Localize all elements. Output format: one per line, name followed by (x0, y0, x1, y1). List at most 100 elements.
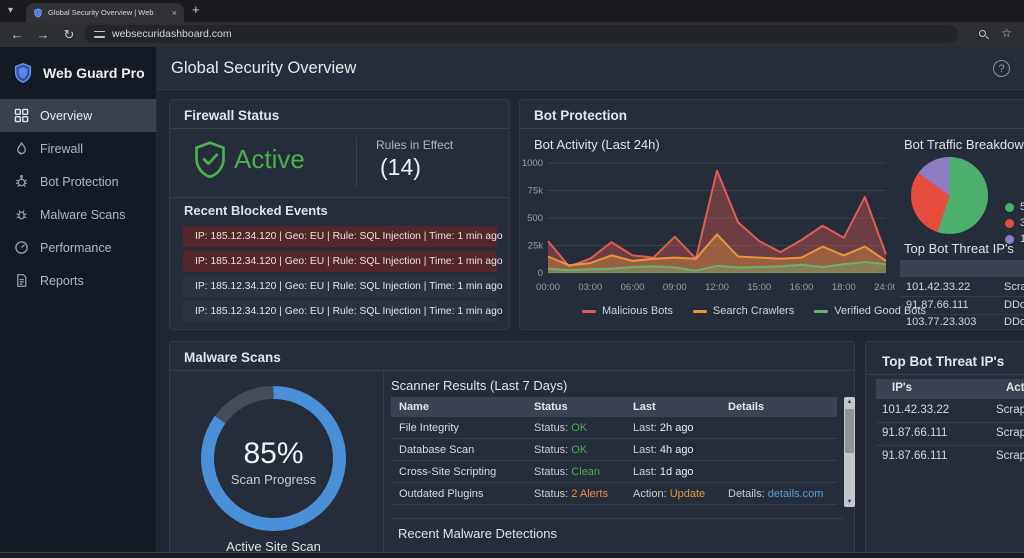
sidebar-item-label: Performance (40, 240, 112, 255)
shield-check-icon (195, 141, 225, 179)
legend-item: Malicious Bots (582, 305, 673, 317)
bookmark-star-icon[interactable]: ☆ (1001, 26, 1012, 40)
table-cell: 101.42.33.22 (906, 281, 971, 293)
table-cell: File Integrity (399, 421, 459, 434)
legend-dash (814, 309, 829, 313)
sidebar: Web Guard Pro Overview Firewall Bot Prot… (0, 47, 157, 558)
sidebar-item-label: Firewall (40, 141, 84, 156)
details-link[interactable]: details.com (768, 488, 824, 500)
tab-search-chevron-icon[interactable]: ▾ (8, 4, 13, 18)
divider (900, 296, 1024, 297)
scrollbar-down-icon[interactable]: ▼ (844, 499, 855, 505)
reload-icon[interactable]: ↻ (56, 27, 82, 43)
table-cell: 91.87.66.111 (882, 450, 948, 462)
divider (170, 370, 854, 371)
blocked-event-row: IP: 185.12.34.120 | Geo: EU | Rule: SQL … (183, 251, 503, 272)
divider (391, 518, 844, 519)
table-cell: 91.87.66.111 (882, 427, 948, 439)
address-bar[interactable]: websecuridashboard.com (84, 25, 958, 43)
site-settings-icon[interactable] (94, 30, 105, 39)
cell-value: Clean (571, 465, 601, 478)
divider (170, 197, 509, 198)
legend-label: 55 (1020, 201, 1024, 213)
tab-close-icon[interactable]: × (172, 8, 177, 18)
cell-prefix: Action: (633, 487, 670, 500)
table-cell: Scraping (996, 427, 1024, 439)
sidebar-item-overview[interactable]: Overview (0, 99, 156, 132)
blocked-events-title: Recent Blocked Events (184, 203, 328, 218)
sidebar-item-bot-protection[interactable]: Bot Protection (0, 165, 156, 198)
divider (876, 422, 1024, 423)
gauge-icon (15, 241, 28, 254)
cell-value: 1d ago (659, 465, 694, 478)
browser-tab-bar: ▾ Global Security Overview | Web × + (0, 0, 1024, 22)
sidebar-item-firewall[interactable]: Firewall (0, 132, 156, 165)
table-cell: Scraping (996, 404, 1024, 416)
zoom-icon[interactable] (979, 30, 986, 37)
cell-value: 2 Alerts (571, 487, 608, 500)
browser-toolbar: ← → ↻ websecuridashboard.com ☆ (0, 22, 1024, 47)
divider (876, 445, 1024, 446)
table-header-row: Name Status Last Details (391, 397, 837, 417)
legend-label: 30 (1020, 217, 1024, 229)
flame-icon (17, 142, 26, 155)
sidebar-item-malware-scans[interactable]: Malware Scans (0, 198, 156, 231)
cell-value: Update (669, 487, 706, 500)
new-tab-button[interactable]: + (192, 2, 200, 17)
svg-text:16:00: 16:00 (790, 282, 814, 293)
bot-traffic-pie-chart (911, 157, 988, 234)
table-cell: 103.77.23.303 (906, 316, 977, 328)
tab-title: Global Security Overview | Web (48, 8, 154, 17)
favicon-shield-icon (34, 7, 42, 17)
card-title: Top Bot Threat IP's (882, 354, 1005, 369)
brand-name: Web Guard Pro (43, 65, 145, 81)
malware-scans-card: Malware Scans 85% Scan Progress Active S… (169, 341, 855, 558)
cell-value: OK (571, 421, 588, 434)
sidebar-item-reports[interactable]: Reports (0, 264, 156, 297)
blocked-event-text: IP: 185.12.34.120 | Geo: EU | Rule: SQL … (195, 231, 503, 242)
legend-dot (1005, 218, 1014, 228)
sidebar-item-performance[interactable]: Performance (0, 231, 156, 264)
cell-prefix: Status: (534, 487, 572, 500)
blocked-event-text: IP: 185.12.34.120 | Geo: EU | Rule: SQL … (195, 256, 503, 267)
bot-protection-card: Bot Protection Bot Activity (Last 24h) 0… (519, 99, 1024, 330)
sidebar-item-label: Malware Scans (40, 207, 126, 222)
sidebar-item-label: Overview (40, 108, 93, 123)
scanner-results-title: Scanner Results (Last 7 Days) (391, 378, 568, 393)
blocked-event-text: IP: 185.12.34.120 | Geo: EU | Rule: SQL … (195, 306, 503, 317)
cell-value: 2h ago (659, 421, 694, 434)
scrollbar-up-icon[interactable]: ▲ (844, 399, 855, 405)
table-cell: 91.87.66.111 (906, 299, 969, 311)
table-cell: Cross-Site Scripting (399, 465, 497, 478)
browser-tab[interactable]: Global Security Overview | Web × (26, 3, 184, 22)
column-header: Last (633, 401, 656, 413)
scrollbar-thumb[interactable] (845, 409, 854, 453)
column-header: Details (728, 401, 765, 413)
firewall-status-card: Firewall Status Active Rules in Effect (… (169, 99, 510, 330)
scan-progress-label: Scan Progress (230, 472, 317, 487)
svg-text:03:00: 03:00 (578, 282, 602, 293)
page-title: Global Security Overview (171, 59, 357, 77)
table-row: Cross-Site Scripting Status: Clean Last:… (391, 461, 837, 483)
column-header: Name (399, 401, 429, 413)
svg-text:06:00: 06:00 (621, 282, 645, 293)
table-cell: 101.42.33.22 (882, 404, 950, 416)
forward-icon[interactable]: → (30, 27, 56, 42)
bug-icon (16, 210, 27, 220)
pie-legend-item: 30 (1005, 215, 1024, 231)
table-scrollbar[interactable]: ▲ ▼ (844, 397, 855, 507)
help-icon[interactable]: ? (993, 60, 1010, 77)
threat-table-title: Top Bot Threat IP's (904, 241, 1014, 256)
back-icon[interactable]: ← (4, 27, 30, 42)
svg-text:12:00: 12:00 (705, 282, 729, 293)
svg-text:75k: 75k (528, 186, 544, 197)
legend-dash (692, 309, 707, 313)
table-header-row: IP's Activity (900, 260, 1024, 277)
table-row: File Integrity Status: OK Last: 2h ago (391, 417, 837, 439)
card-title: Firewall Status (184, 108, 280, 123)
svg-text:00:00: 00:00 (536, 282, 560, 293)
svg-text:09:00: 09:00 (663, 282, 687, 293)
blocked-event-row: IP: 185.12.34.120 | Geo: EU | Rule: SQL … (183, 276, 503, 297)
svg-text:1000: 1000 (522, 158, 543, 169)
main-area: Global Security Overview ? Firewall Stat… (157, 47, 1024, 558)
